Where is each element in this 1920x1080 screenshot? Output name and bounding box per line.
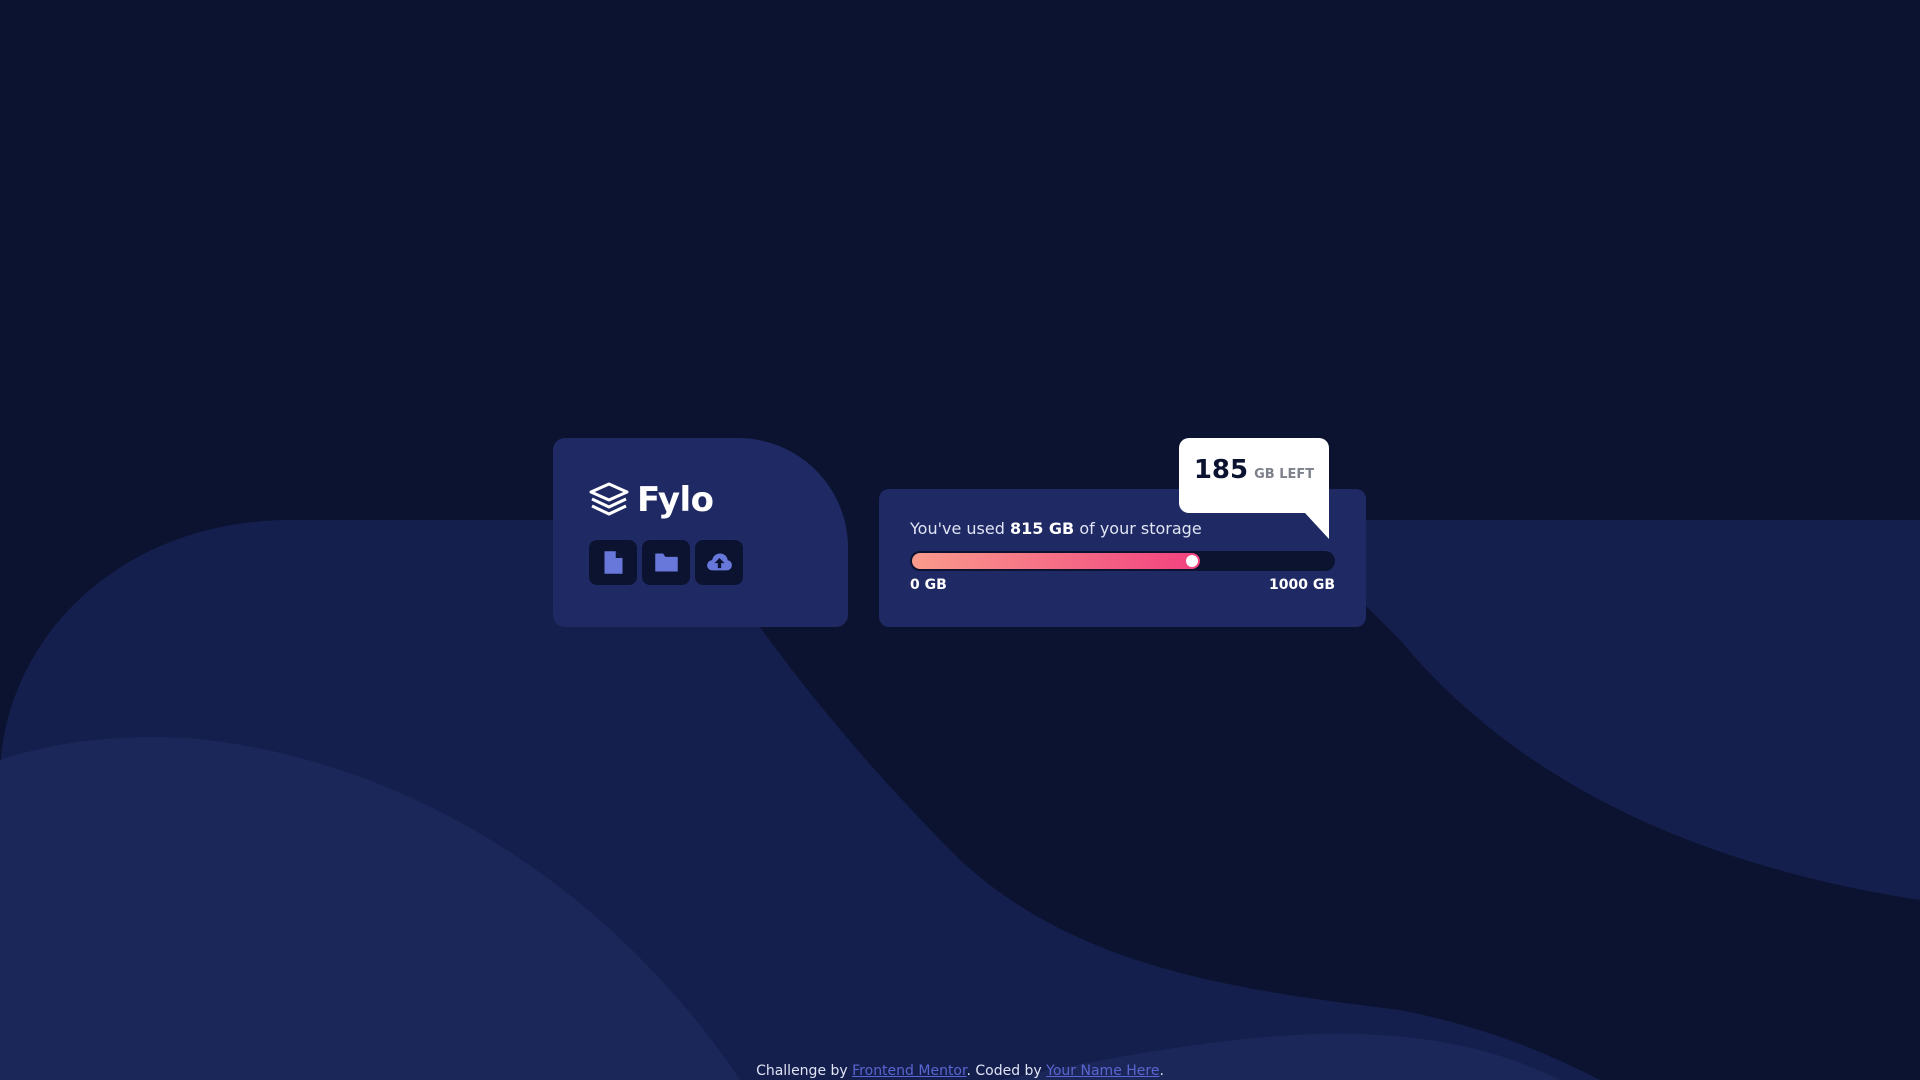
frontend-mentor-link[interactable]: Frontend Mentor xyxy=(852,1063,966,1079)
remaining-callout: 185 GB LEFT xyxy=(1179,438,1329,539)
remaining-value: 185 xyxy=(1193,455,1249,485)
storage-progress-bar xyxy=(910,551,1335,571)
folder-icon xyxy=(654,553,678,572)
scale-max-label: 1000 GB xyxy=(1268,577,1335,593)
progress-knob xyxy=(1186,555,1199,567)
remaining-unit: GB LEFT xyxy=(1254,467,1315,482)
storage-scale: 0 GB 1000 GB xyxy=(910,577,1335,593)
usage-amount: 815 GB xyxy=(1009,519,1075,538)
attribution: Challenge by Frontend Mentor. Coded by Y… xyxy=(0,1063,1920,1079)
attribution-middle: . Coded by xyxy=(966,1063,1047,1079)
document-icon xyxy=(604,551,622,574)
logo: Fylo xyxy=(589,478,812,522)
file-actions xyxy=(589,540,812,585)
upload-button[interactable] xyxy=(695,540,743,585)
logo-card: Fylo xyxy=(553,438,848,627)
usage-prefix: You've used xyxy=(910,519,1010,538)
upload-icon xyxy=(706,553,732,571)
author-link[interactable]: Your Name Here xyxy=(1046,1063,1159,1079)
scale-min-label: 0 GB xyxy=(910,577,947,593)
usage-text: You've used 815 GB of your storage xyxy=(910,519,1335,538)
folder-button[interactable] xyxy=(642,540,690,585)
document-button[interactable] xyxy=(589,540,637,585)
attribution-prefix: Challenge by xyxy=(756,1063,853,1079)
storage-progress-fill xyxy=(912,553,1201,569)
attribution-end: . xyxy=(1159,1063,1164,1079)
layers-logo-icon xyxy=(589,482,629,516)
brand-name: Fylo xyxy=(637,480,714,520)
usage-suffix: of your storage xyxy=(1074,519,1202,538)
